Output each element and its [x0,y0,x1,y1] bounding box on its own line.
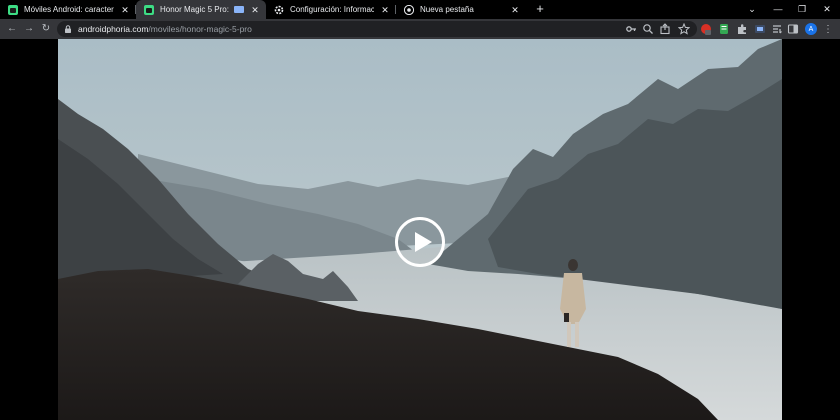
close-window-button[interactable]: ✕ [815,0,839,19]
media-playing-icon[interactable] [234,6,244,13]
url-text[interactable]: androidphoria.com/moviles/honor-magic-5-… [78,24,252,34]
new-tab-button[interactable]: + [533,2,547,16]
tab-honor-magic[interactable]: Honor Magic 5 Pro: un móvil ✕ [136,0,266,19]
profile-avatar[interactable]: A [805,23,817,35]
restore-button[interactable]: ❐ [790,0,814,19]
play-button[interactable] [395,217,445,267]
tab-search-button[interactable]: ⌄ [740,0,764,19]
menu-kebab-icon[interactable]: ⋮ [822,23,834,35]
url-path: /moviles/honor-magic-5-pro [148,24,252,34]
zoom-icon[interactable] [642,23,654,35]
tab-title: Configuración: Información de C [290,5,374,14]
close-icon[interactable]: ✕ [380,5,390,15]
chrome-icon [404,4,414,15]
tab-title: Nueva pestaña [420,5,474,14]
address-bar[interactable]: androidphoria.com/moviles/honor-magic-5-… [57,21,697,37]
extensions-puzzle-icon[interactable] [736,23,748,35]
tab-configuracion[interactable]: Configuración: Información de C ✕ [266,0,396,19]
extension-red-icon[interactable] [700,23,712,35]
extension-green-icon[interactable] [718,23,730,35]
media-cast-icon[interactable] [754,23,766,35]
video-player[interactable] [58,39,782,420]
url-host: androidphoria.com [78,24,149,34]
tab-moviles-android[interactable]: Móviles Android: características, ✕ [0,0,136,19]
forward-button[interactable]: → [21,21,37,37]
side-panel-icon[interactable] [787,23,799,35]
tab-title: Honor Magic 5 Pro: un móvil [160,5,230,14]
android-icon [8,4,18,15]
close-icon[interactable]: ✕ [510,5,520,15]
share-icon[interactable] [659,23,671,35]
tab-title: Móviles Android: características, [24,5,114,14]
tab-nueva-pestana[interactable]: Nueva pestaña ✕ [396,0,526,19]
play-icon [415,232,432,252]
gear-icon [274,5,284,15]
bookmark-star-icon[interactable] [677,22,691,35]
android-icon [144,4,154,15]
reading-list-icon[interactable] [771,23,783,35]
back-button[interactable]: ← [4,21,20,37]
tab-strip: Móviles Android: características, ✕ Hono… [0,0,840,19]
minimize-button[interactable]: — [766,0,790,19]
reload-button[interactable]: ↻ [38,21,54,37]
browser-toolbar: ← → ↻ androidphoria.com/moviles/honor-ma… [0,19,840,39]
close-icon[interactable]: ✕ [250,5,260,15]
key-icon[interactable] [625,23,637,35]
close-icon[interactable]: ✕ [120,5,130,15]
lock-icon[interactable] [64,25,72,33]
page-content [0,39,840,420]
